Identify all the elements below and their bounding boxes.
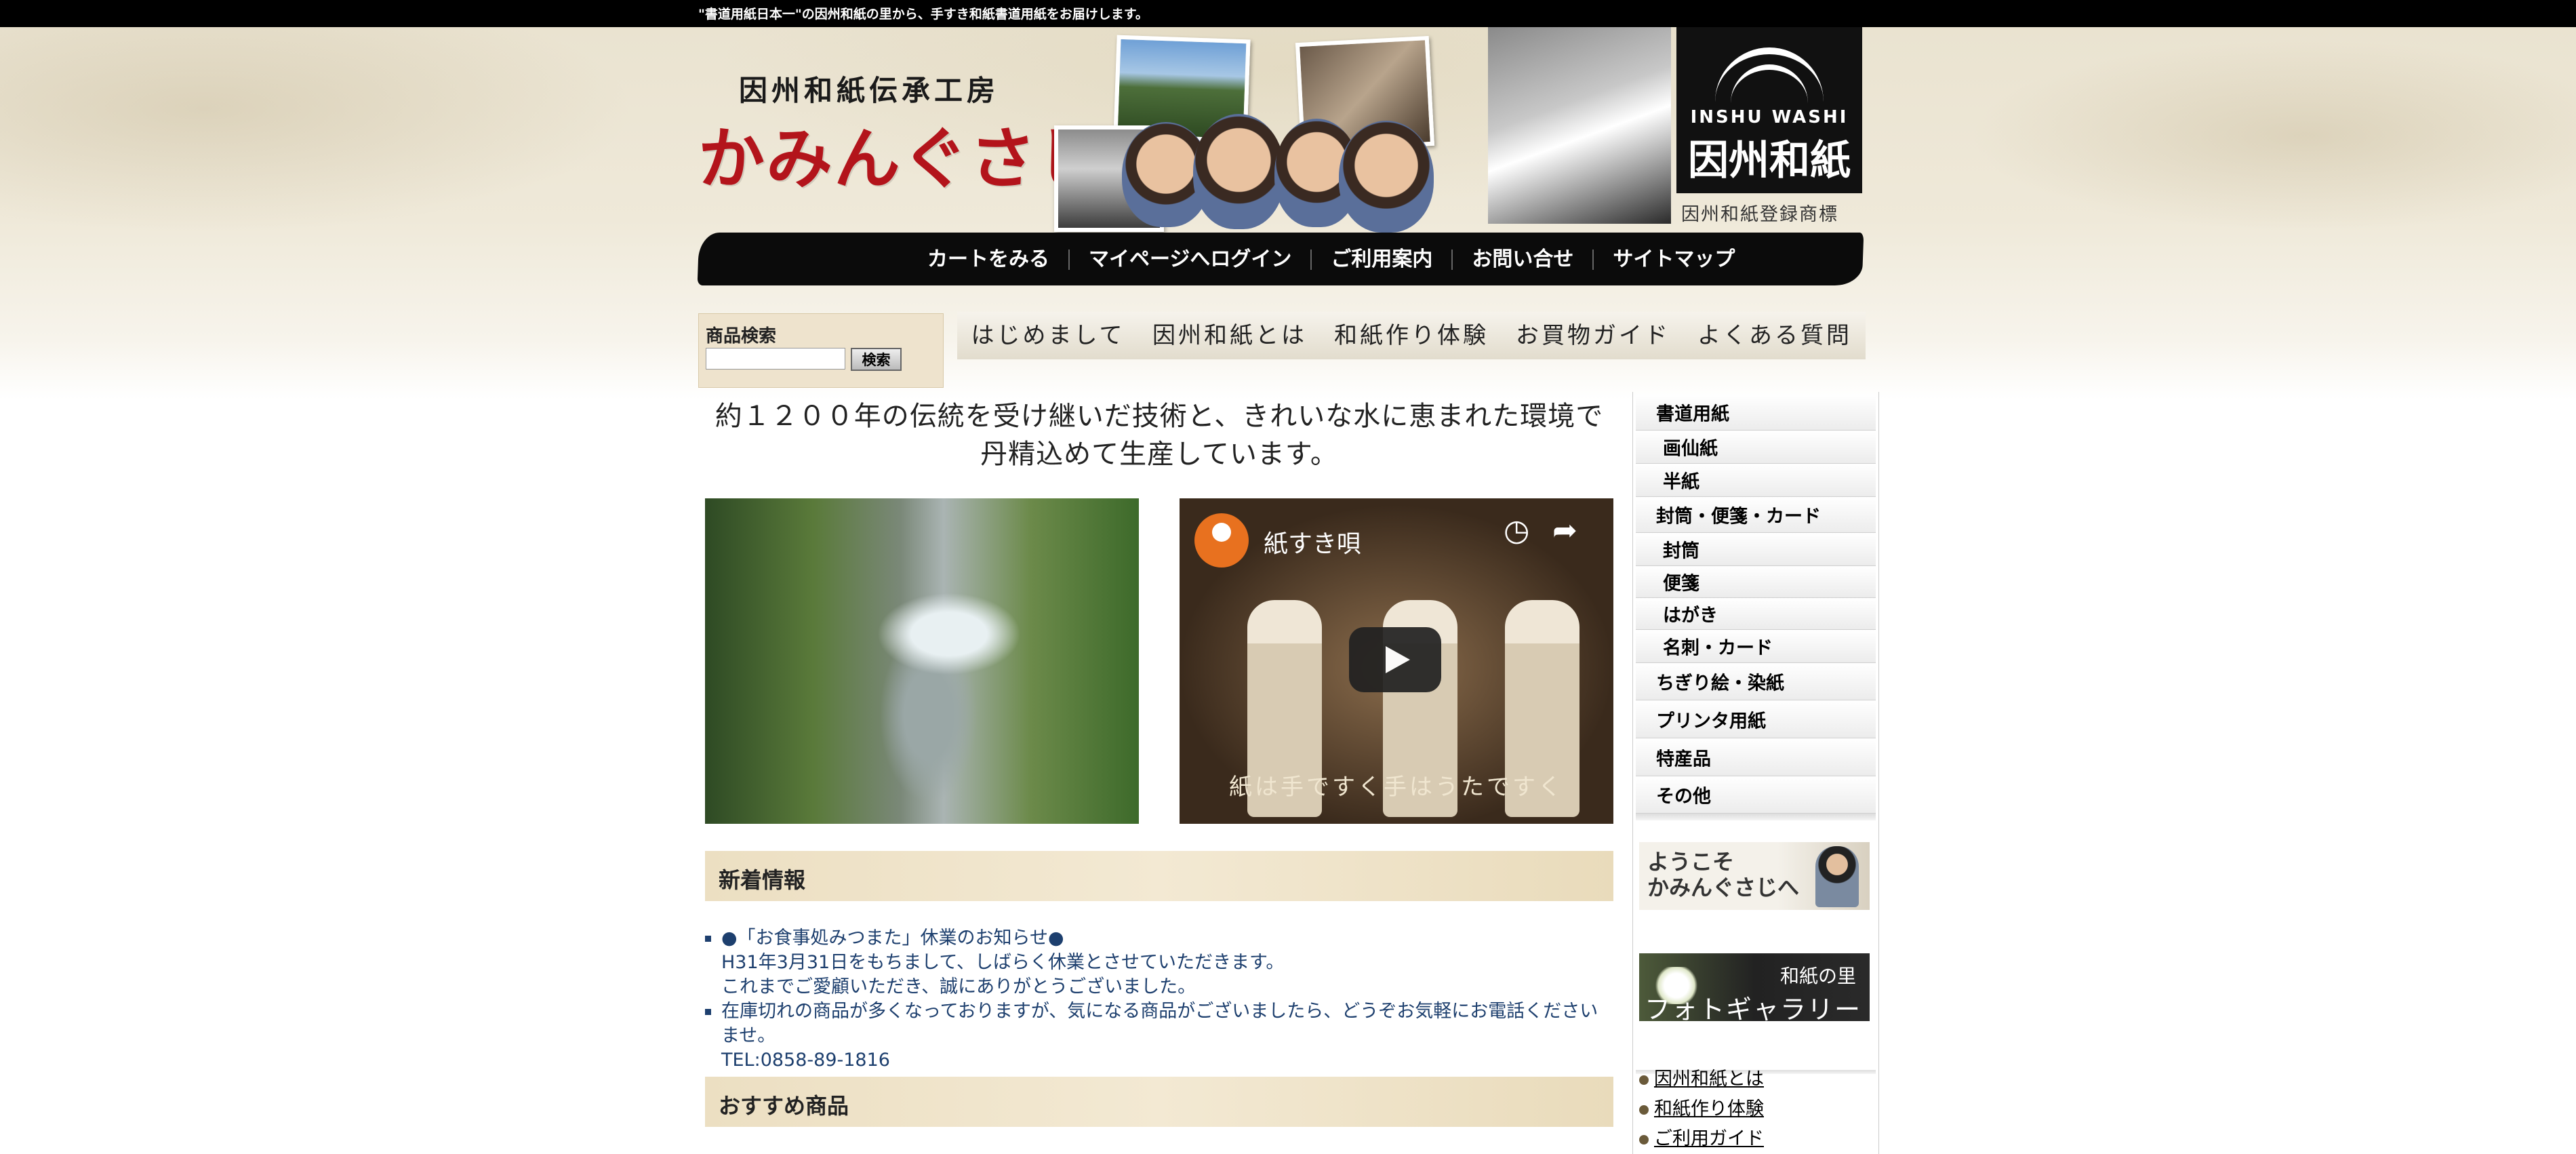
news-text: TEL:0858-89-1816 [721,1050,890,1071]
sidebar-link-item: 因州和紙とは [1639,1065,1764,1094]
logo-subtitle: 因州和紙伝承工房 [739,74,1000,107]
category-label: ちぎり絵・染紙 [1656,673,1784,694]
site-logo[interactable]: かみんぐさじ [698,105,1105,201]
tab-faq[interactable]: よくある質問 [1684,312,1866,359]
global-nav: カートをみる マイページへログイン ご利用案内 お問い合せ サイトマップ [908,243,1754,277]
top-banner-text: "書道用紙日本一"の因州和紙の里から、手すき和紙書道用紙をお届けします。 [698,7,1148,22]
news-text: これまでご愛顧いただき、誠にありがとうございました。 [721,976,1196,997]
category-envelope[interactable]: 封筒 [1636,533,1876,566]
tagline-line: 約１２００年の伝統を受け継いだ技術と、きれいな水に恵まれた環境で [715,401,1604,432]
news-item[interactable]: ●「お食事処みつまた」休業のお知らせ● H31年3月31日をもちまして、しばらく… [705,926,1613,999]
nav-guide-link[interactable]: ご利用案内 [1310,250,1451,270]
tagline-line: 丹精込めて生産しています。 [980,439,1338,470]
category-sidebar: 書道用紙 画仙紙 半紙 封筒・便箋・カード 封筒 便箋 はがき 名刺・カード ち… [1632,392,1879,1154]
video-title[interactable]: 紙すき唄 [1264,524,1361,559]
category-stationery[interactable]: 便箋 [1636,566,1876,598]
brand-japanese-name: 因州和紙 [1688,137,1851,184]
category-label: 特産品 [1656,749,1711,770]
inshu-washi-brand-logo: INSHU WASHI 因州和紙 [1676,27,1862,193]
gallery-banner-subtitle: 和紙の里 [1779,965,1856,987]
staff-photo [1815,846,1859,907]
page-tagline: 約１２００年の伝統を受け継いだ技術と、きれいな水に恵まれた環境で 丹精込めて生産… [705,397,1613,473]
category-label: はがき [1663,605,1718,626]
sidebar-divider [1636,814,1876,820]
category-hanshi[interactable]: 半紙 [1636,464,1876,497]
search-title: 商品検索 [706,326,777,346]
nav-mypage-link[interactable]: マイページへログイン [1068,250,1310,270]
video-caption: 紙は手ですく手はうたですく [1229,774,1564,801]
brand-english-name: INSHU WASHI [1690,107,1849,127]
category-label: 便箋 [1663,573,1699,595]
category-local-specialties[interactable]: 特産品 [1636,738,1876,776]
sidebar-link-item: 和紙作り体験 [1639,1094,1764,1124]
category-label: 画仙紙 [1663,438,1718,460]
channel-avatar-icon[interactable] [1194,513,1249,568]
content-tabs: はじめまして 因州和紙とは 和紙作り体験 お買物ガイド よくある質問 [957,312,1866,359]
search-button[interactable]: 検索 [851,348,902,371]
link-papermaking-experience[interactable]: 和紙作り体験 [1654,1098,1764,1119]
news-text: 在庫切れの商品が多くなっておりますが、気になる商品がございましたら、どうぞお気軽… [721,1001,1598,1046]
category-postcard[interactable]: はがき [1636,598,1876,630]
play-button-icon[interactable] [1349,627,1441,692]
recommend-heading: おすすめ商品 [719,1093,849,1119]
tab-shopping-guide[interactable]: お買物ガイド [1502,312,1684,359]
calligraphy-photo [1488,27,1671,224]
photo-gallery-banner[interactable]: 和紙の里 フォトギャラリー [1639,953,1870,1024]
category-label: 書道用紙 [1656,403,1729,425]
recommend-heading-bar: おすすめ商品 [705,1077,1613,1127]
tab-introduction[interactable]: はじめまして [957,312,1139,359]
top-banner-bar: "書道用紙日本一"の因州和紙の里から、手すき和紙書道用紙をお届けします。 [0,0,2576,27]
category-shodo-paper[interactable]: 書道用紙 [1636,395,1876,431]
staff-photo [1193,114,1285,229]
category-label: 封筒 [1663,540,1699,562]
product-search-box: 商品検索 検索 [698,313,944,388]
nav-sitemap-link[interactable]: サイトマップ [1592,250,1754,270]
category-label: プリンタ用紙 [1656,711,1766,732]
category-gasenshi[interactable]: 画仙紙 [1636,431,1876,464]
category-label: 名刺・カード [1663,637,1773,659]
category-envelope-stationery-card[interactable]: 封筒・便箋・カード [1636,497,1876,533]
nav-contact-link[interactable]: お問い合せ [1451,250,1592,270]
gallery-banner-title: フォトギャラリー [1644,995,1861,1024]
category-others[interactable]: その他 [1636,776,1876,814]
category-label: 半紙 [1663,471,1699,493]
news-text: ●「お食事処みつまた」休業のお知らせ● [721,928,1064,949]
category-label: その他 [1656,786,1711,808]
news-heading: 新着情報 [719,867,806,893]
search-input[interactable] [706,348,845,370]
category-printer-paper[interactable]: プリンタ用紙 [1636,700,1876,738]
share-icon[interactable]: ➦ [1552,513,1577,548]
tab-papermaking-experience[interactable]: 和紙作り体験 [1321,312,1502,359]
news-item[interactable]: 在庫切れの商品が多くなっておりますが、気になる商品がございましたら、どうぞお気軽… [705,999,1613,1073]
news-list: ●「お食事処みつまた」休業のお知らせ● H31年3月31日をもちまして、しばらく… [705,926,1613,1073]
link-usage-guide[interactable]: ご利用ガイド [1654,1128,1764,1149]
sidebar-links: 因州和紙とは 和紙作り体験 ご利用ガイド [1639,1065,1764,1154]
river-photo [705,498,1139,824]
link-about-inshu-washi[interactable]: 因州和紙とは [1654,1069,1764,1090]
staff-photo [1339,121,1434,233]
tab-about-inshu-washi[interactable]: 因州和紙とは [1139,312,1321,359]
category-business-card[interactable]: 名刺・カード [1636,630,1876,663]
welcome-banner-text: ようこそ かみんぐさじへ [1647,849,1800,900]
welcome-banner[interactable]: ようこそ かみんぐさじへ [1639,842,1870,910]
video-player[interactable]: 紙すき唄 ◷ ➦ 紙は手ですく手はうたですく [1180,498,1613,824]
watch-later-icon[interactable]: ◷ [1504,513,1529,548]
news-heading-bar: 新着情報 [705,851,1613,901]
sidebar-link-item: ご利用ガイド [1639,1124,1764,1154]
category-label: 封筒・便箋・カード [1656,506,1821,528]
brand-caption: 因州和紙登録商標 [1681,204,1838,225]
news-text: H31年3月31日をもちまして、しばらく休業とさせていただきます。 [721,952,1285,973]
category-chigirie-dyed-paper[interactable]: ちぎり絵・染紙 [1636,663,1876,700]
nav-cart-link[interactable]: カートをみる [908,250,1068,270]
